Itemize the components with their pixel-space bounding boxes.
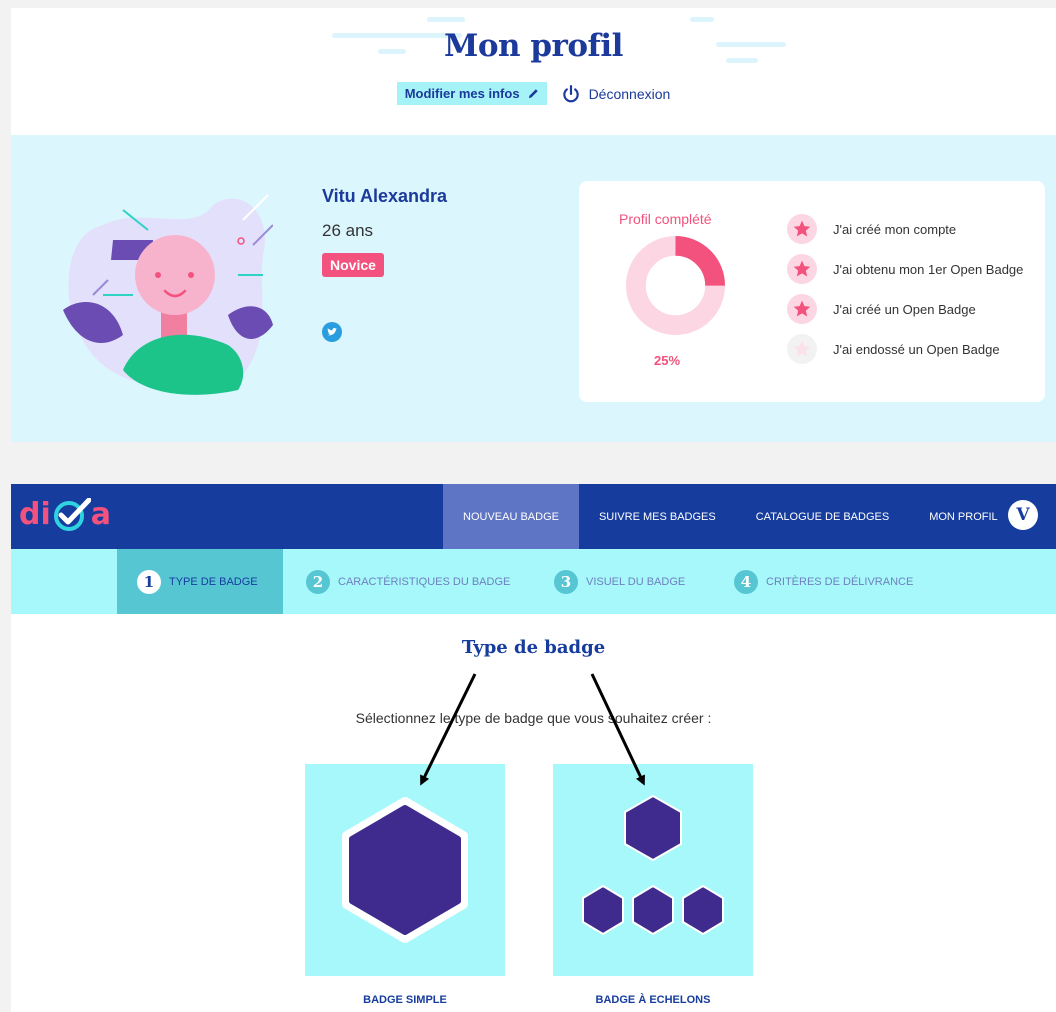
hexagon-icon <box>342 797 468 943</box>
star-icon <box>787 214 817 244</box>
profile-progress-card: Profil complété 25% J'ai créé mon compte <box>579 181 1045 402</box>
logo-text-suffix: a <box>90 497 112 532</box>
star-icon <box>787 334 817 364</box>
step-label: TYPE DE BADGE <box>169 575 258 588</box>
checkmark-circle-icon <box>53 498 91 531</box>
avatar-illustration <box>63 194 273 395</box>
decoration-line <box>690 17 714 22</box>
progress-percent: 25% <box>654 353 681 368</box>
page-title: Mon profil <box>444 28 623 64</box>
edit-button-label: Modifier mes infos <box>404 86 520 101</box>
step-label: CRITÈRES DE DÉLIVRANCE <box>766 575 914 588</box>
header-actions: Modifier mes infos Déconnexion <box>11 82 1056 105</box>
badge-echelons-card[interactable] <box>553 764 753 976</box>
main-nav: NOUVEAU BADGE SUIVRE MES BADGES CATALOGU… <box>443 484 1018 549</box>
user-name: Vitu Alexandra <box>322 186 448 206</box>
achievement-item: J'ai obtenu mon 1er Open Badge <box>787 249 1023 289</box>
nav-track-badges[interactable]: SUIVRE MES BADGES <box>579 484 736 549</box>
pencil-icon <box>528 89 538 99</box>
achievement-item: J'ai endossé un Open Badge <box>787 329 1023 369</box>
progress-title: Profil complété <box>619 211 712 227</box>
tiered-hexagons-icon <box>582 795 724 935</box>
logo-text-prefix: di <box>19 497 51 532</box>
step-label: VISUEL DU BADGE <box>586 575 686 588</box>
edit-info-button[interactable]: Modifier mes infos <box>396 82 547 105</box>
step-number: 1 <box>137 569 161 594</box>
step-visuel[interactable]: 3 VISUEL DU BADGE <box>554 549 685 614</box>
section-title: Type de badge <box>461 637 606 658</box>
badge-simple-label[interactable]: BADGE SIMPLE <box>305 994 505 1006</box>
step-criteres[interactable]: 4 CRITÈRES DE DÉLIVRANCE <box>734 549 913 614</box>
power-icon <box>562 84 579 102</box>
level-badge: Novice <box>322 253 384 277</box>
achievement-item: J'ai créé un Open Badge <box>787 289 1023 329</box>
progress-donut <box>626 236 725 335</box>
star-icon <box>787 294 817 324</box>
achievement-label: J'ai obtenu mon 1er Open Badge <box>833 261 1024 277</box>
step-caracteristiques[interactable]: 2 CARACTÉRISTIQUES DU BADGE <box>306 549 510 614</box>
nav-my-profile[interactable]: MON PROFIL <box>909 484 1017 549</box>
logout-label: Déconnexion <box>588 85 671 102</box>
diva-logo[interactable]: di a <box>19 498 111 532</box>
twitter-icon[interactable] <box>322 322 342 342</box>
badge-creation-app: di a NOUVEAU BADGE SUIVRE MES BADGES CAT… <box>11 484 1056 1012</box>
achievement-label: J'ai endossé un Open Badge <box>833 341 1000 357</box>
user-age: 26 ans <box>322 221 374 240</box>
nav-badge-catalog[interactable]: CATALOGUE DE BADGES <box>736 484 909 549</box>
badge-simple-card[interactable] <box>305 764 505 976</box>
achievement-label: J'ai créé un Open Badge <box>833 301 976 317</box>
user-avatar[interactable]: V <box>1008 500 1038 530</box>
profile-body: Vitu Alexandra 26 ans Novice Profil comp… <box>11 135 1056 442</box>
step-number: 4 <box>734 569 758 594</box>
badge-echelons-label[interactable]: BADGE À ECHELONS <box>553 994 753 1006</box>
user-info: Vitu Alexandra 26 ans Novice <box>322 186 447 277</box>
decoration-line <box>427 17 465 22</box>
achievement-list: J'ai créé mon compte J'ai obtenu mon 1er… <box>787 209 1023 369</box>
achievement-item: J'ai créé mon compte <box>787 209 1023 249</box>
star-icon <box>787 254 817 284</box>
profile-header: Mon profil Modifier mes infos Déconnexio… <box>11 8 1056 135</box>
achievement-label: J'ai créé mon compte <box>833 221 957 237</box>
step-type-de-badge[interactable]: 1 TYPE DE BADGE <box>117 549 283 614</box>
logout-button[interactable]: Déconnexion <box>561 84 671 104</box>
nav-new-badge[interactable]: NOUVEAU BADGE <box>443 484 579 549</box>
step-bar: 1 TYPE DE BADGE 2 CARACTÉRISTIQUES DU BA… <box>11 549 1056 614</box>
step-number: 2 <box>306 569 330 594</box>
step-number: 3 <box>554 569 578 594</box>
profile-panel: Mon profil Modifier mes infos Déconnexio… <box>11 8 1056 442</box>
top-navbar: di a NOUVEAU BADGE SUIVRE MES BADGES CAT… <box>11 484 1056 549</box>
instruction-text: Sélectionnez le type de badge que vous s… <box>355 710 712 726</box>
step-label: CARACTÉRISTIQUES DU BADGE <box>338 575 511 588</box>
